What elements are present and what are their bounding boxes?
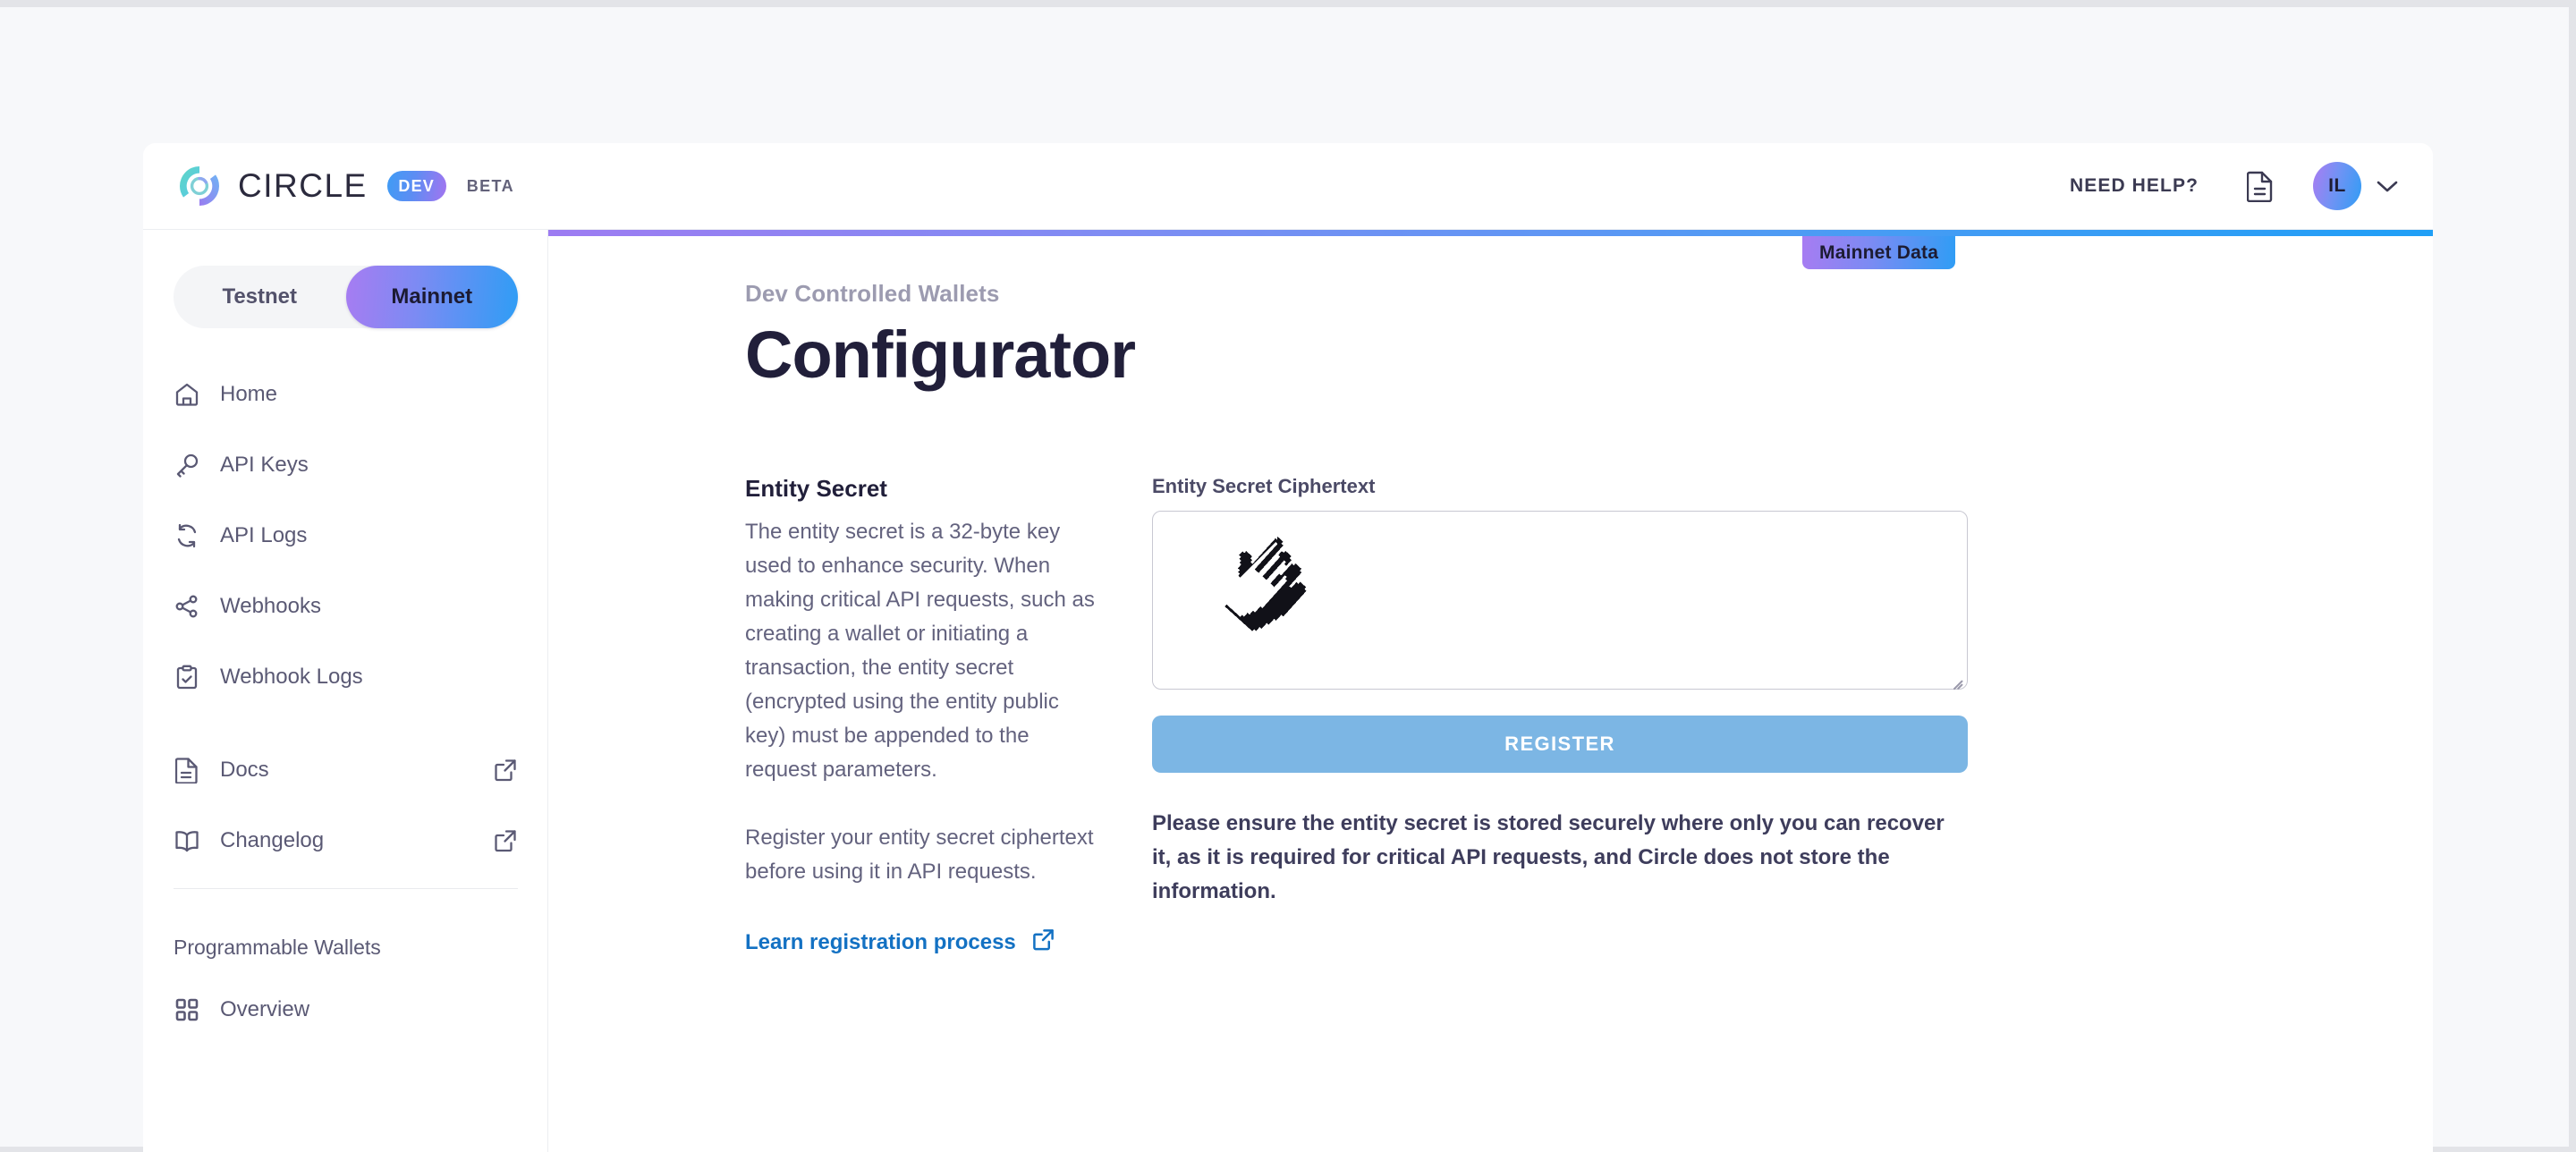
- sidebar-item-label: API Logs: [220, 523, 308, 547]
- brand[interactable]: CIRCLE DEV BETA: [176, 163, 514, 209]
- sidebar-item-label: Home: [220, 382, 278, 406]
- sidebar-item-webhooks[interactable]: Webhooks: [174, 581, 517, 631]
- beta-badge: BETA: [466, 176, 514, 195]
- share-nodes-icon: [174, 593, 200, 620]
- sidebar-item-label: API Keys: [220, 453, 309, 477]
- content-columns: Entity Secret The entity secret is a 32-…: [745, 475, 2433, 957]
- learn-registration-label: Learn registration process: [745, 930, 1016, 954]
- clipboard-check-icon: [174, 664, 200, 690]
- refresh-icon: [174, 522, 200, 549]
- entity-secret-description: The entity secret is a 32-byte key used …: [745, 520, 1095, 782]
- sidebar-item-label: Changelog: [220, 828, 325, 852]
- external-link-icon: [494, 758, 517, 782]
- main-inner: Dev Controlled Wallets Configurator Enti…: [548, 230, 2433, 957]
- sidebar-item-overview[interactable]: Overview: [174, 985, 517, 1035]
- app-header: CIRCLE DEV BETA NEED HELP? IL: [143, 143, 2433, 230]
- dev-badge: DEV: [386, 171, 446, 201]
- sidebar-divider: [174, 888, 518, 889]
- security-warning: Please ensure the entity secret is store…: [1152, 811, 1945, 903]
- sidebar-item-label: Overview: [220, 997, 310, 1021]
- mouse-cursor-pointer-icon: [1203, 528, 1319, 644]
- sidebar-item-api-logs[interactable]: API Logs: [174, 511, 517, 561]
- entity-secret-heading: Entity Secret: [745, 475, 887, 502]
- screen: CIRCLE DEV BETA NEED HELP? IL Testnet Ma…: [0, 0, 2576, 1152]
- register-note: Register your entity secret ciphertext b…: [745, 826, 1094, 884]
- network-option-mainnet[interactable]: Mainnet: [345, 266, 518, 328]
- window-edge-right: [2569, 0, 2576, 1152]
- external-link-icon: [494, 829, 517, 852]
- sidebar-item-webhook-logs[interactable]: Webhook Logs: [174, 652, 517, 702]
- sidebar: Testnet Mainnet Home API Keys API Logs W…: [143, 230, 548, 1152]
- env-badge: Mainnet Data: [1802, 236, 1956, 269]
- sidebar-section-title: Programmable Wallets: [174, 936, 381, 959]
- sidebar-item-label: Docs: [220, 758, 269, 782]
- gradient-accent-bar: [548, 230, 2433, 236]
- resize-handle[interactable]: [1948, 671, 1963, 690]
- need-help-button[interactable]: NEED HELP?: [2070, 175, 2199, 197]
- network-option-testnet[interactable]: Testnet: [174, 266, 346, 328]
- external-link-icon: [1032, 928, 1055, 957]
- sidebar-item-label: Webhook Logs: [220, 665, 363, 689]
- sidebar-item-docs[interactable]: Docs: [174, 745, 517, 795]
- grid-icon: [174, 996, 200, 1023]
- document-icon: [174, 757, 200, 784]
- main-content: Mainnet Data Dev Controlled Wallets Conf…: [548, 230, 2433, 1152]
- network-toggle[interactable]: Testnet Mainnet: [174, 266, 518, 328]
- sidebar-item-api-keys[interactable]: API Keys: [174, 440, 517, 490]
- form-column: Entity Secret Ciphertext REGISTER Please…: [1152, 475, 1968, 957]
- info-column: Entity Secret The entity secret is a 32-…: [745, 475, 1152, 957]
- app-body: Testnet Mainnet Home API Keys API Logs W…: [143, 230, 2433, 1152]
- window-edge-top: [0, 0, 2576, 7]
- app-card: CIRCLE DEV BETA NEED HELP? IL Testnet Ma…: [143, 143, 2433, 1152]
- ciphertext-value: [1153, 512, 1967, 544]
- document-icon[interactable]: [2245, 169, 2275, 203]
- ciphertext-input[interactable]: [1152, 511, 1968, 690]
- sidebar-nav: Home API Keys API Logs Webhooks Webhook …: [174, 369, 518, 1035]
- chevron-down-icon[interactable]: [2376, 179, 2399, 193]
- sidebar-item-label: Webhooks: [220, 594, 321, 618]
- register-button[interactable]: REGISTER: [1152, 716, 1968, 773]
- home-icon: [174, 381, 200, 408]
- sidebar-item-home[interactable]: Home: [174, 369, 517, 419]
- page-title: Configurator: [745, 318, 1136, 392]
- ciphertext-label: Entity Secret Ciphertext: [1152, 475, 1376, 497]
- breadcrumb: Dev Controlled Wallets: [745, 280, 1000, 307]
- key-icon: [174, 452, 200, 479]
- brand-wordmark: CIRCLE: [238, 167, 368, 204]
- book-icon: [174, 827, 200, 854]
- header-actions: NEED HELP? IL: [2070, 162, 2399, 210]
- learn-registration-link[interactable]: Learn registration process: [745, 928, 1055, 957]
- sidebar-item-changelog[interactable]: Changelog: [174, 816, 517, 866]
- circle-logo-icon: [176, 163, 223, 209]
- avatar[interactable]: IL: [2313, 162, 2361, 210]
